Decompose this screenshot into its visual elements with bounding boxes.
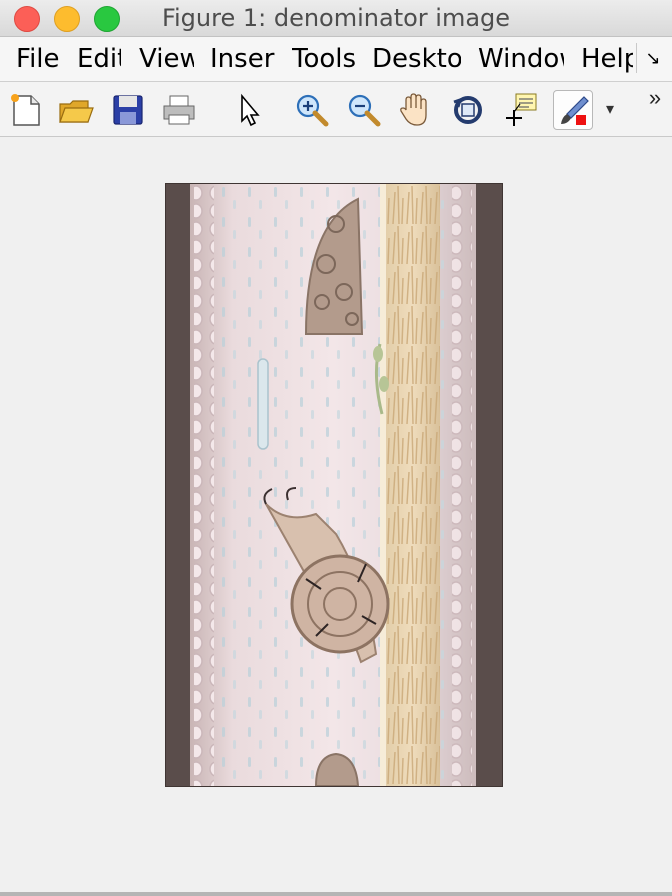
floppy-disk-icon	[113, 95, 143, 125]
menu-view[interactable]: View	[139, 41, 194, 77]
printer-icon	[163, 95, 195, 125]
menu-help[interactable]: Help	[581, 41, 633, 77]
print-figure-button[interactable]	[159, 90, 199, 130]
decorative-tile-image	[166, 184, 502, 786]
data-cursor-button[interactable]	[500, 90, 540, 130]
save-figure-button[interactable]	[108, 90, 148, 130]
menu-insert[interactable]: Insert	[210, 41, 275, 77]
menu-tools[interactable]: Tools	[292, 41, 356, 77]
brush-icon	[561, 96, 589, 125]
arrow-pointer-icon	[241, 93, 260, 127]
rotate-3d-icon	[453, 96, 482, 124]
menu-edit[interactable]: Edit	[77, 41, 121, 77]
data-cursor-icon	[506, 93, 537, 126]
zoom-in-icon	[296, 94, 329, 127]
brush-dropdown-icon[interactable]: ▾	[600, 90, 620, 130]
toolbar-overflow-icon[interactable]: »	[640, 82, 670, 122]
open-file-button[interactable]	[56, 90, 96, 130]
zoom-out-icon	[348, 94, 381, 127]
open-folder-icon	[59, 100, 94, 123]
figure-toolbar: ▾ »	[0, 82, 672, 137]
hand-icon	[400, 93, 427, 126]
window-titlebar: Figure 1: denominator image	[0, 0, 672, 37]
edit-plot-button[interactable]	[229, 90, 269, 130]
menu-file[interactable]: File	[16, 41, 60, 77]
window-bottom-edge	[0, 892, 672, 896]
displayed-image	[165, 183, 503, 787]
menu-bar: File Edit View Insert Tools Desktop Wind…	[0, 37, 672, 82]
window-title: Figure 1: denominator image	[161, 4, 511, 32]
new-figure-button[interactable]	[6, 90, 46, 130]
brush-button[interactable]	[553, 90, 593, 130]
pan-button[interactable]	[396, 90, 436, 130]
new-file-icon	[11, 94, 40, 126]
rotate-3d-button[interactable]	[448, 90, 488, 130]
zoom-out-button[interactable]	[344, 90, 384, 130]
menu-window[interactable]: Window	[478, 41, 564, 77]
menu-desktop[interactable]: Desktop	[372, 41, 461, 77]
menu-overflow-icon[interactable]: ↘	[636, 43, 669, 73]
zoom-in-button[interactable]	[292, 90, 332, 130]
